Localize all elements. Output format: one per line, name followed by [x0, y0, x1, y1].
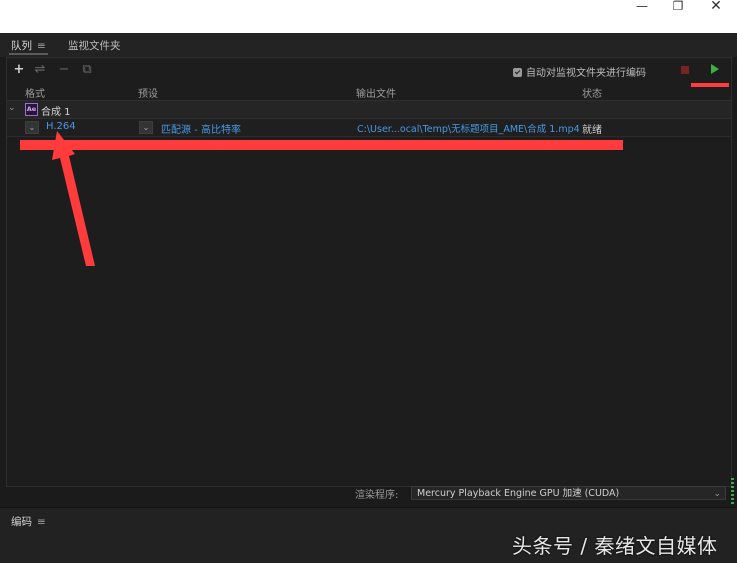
- annotation-arrow-layer: [52, 131, 95, 266]
- watermark-text: 头条号 / 秦绪文自媒体: [512, 534, 718, 558]
- annotation-arrow: [52, 131, 95, 266]
